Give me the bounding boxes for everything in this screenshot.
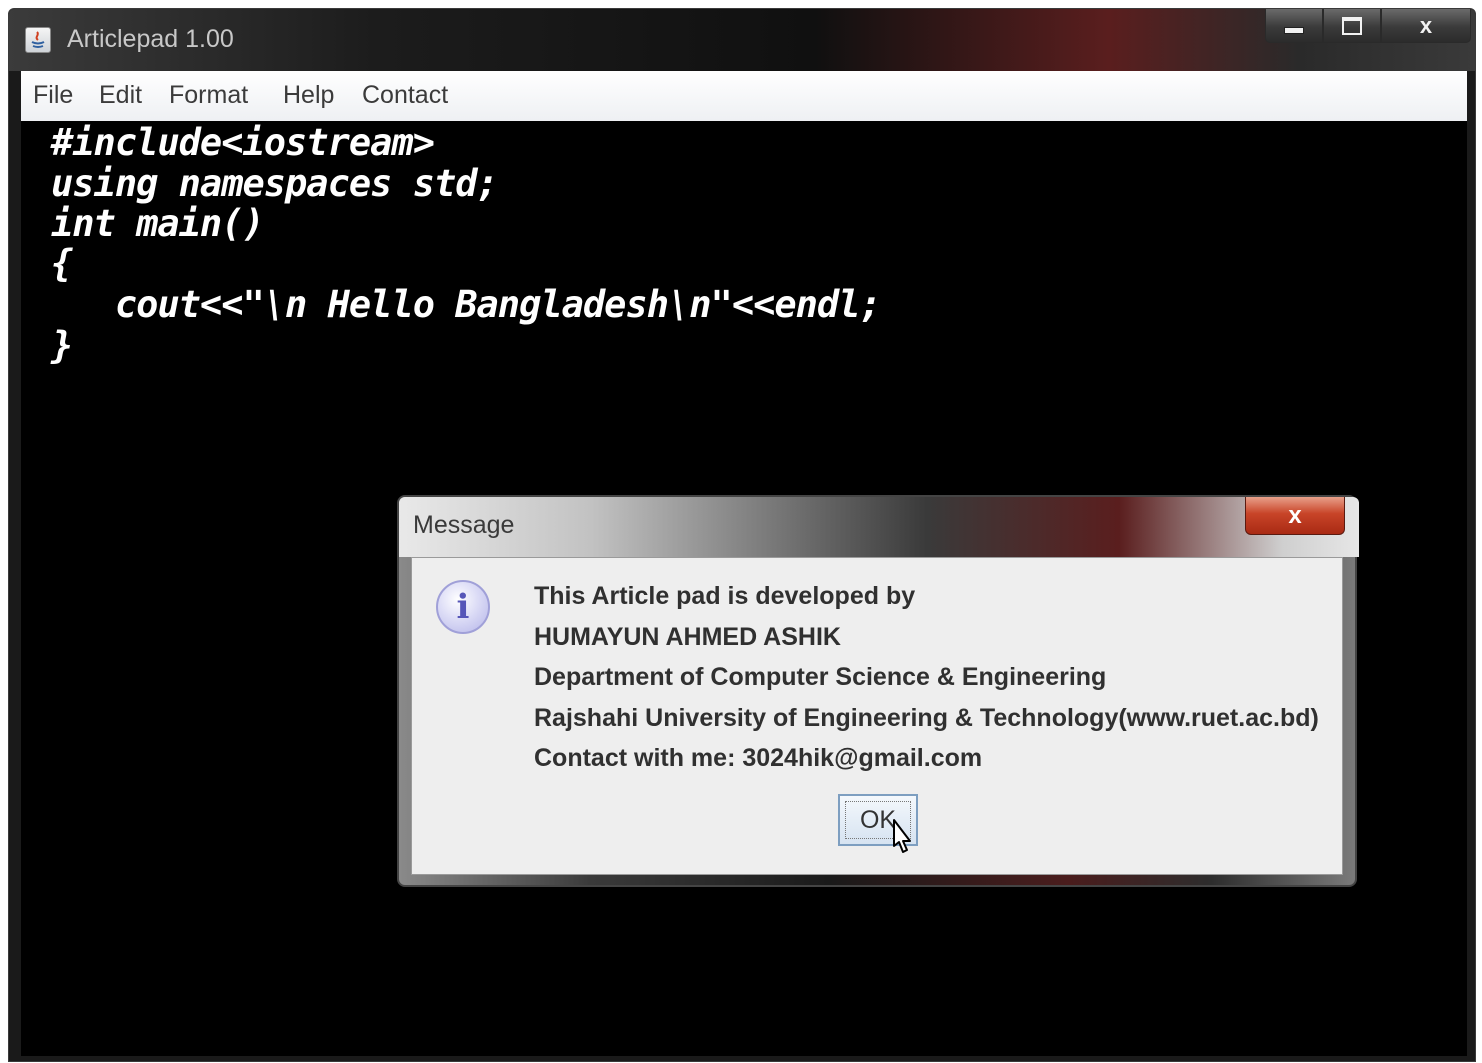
- info-icon: i: [436, 580, 490, 634]
- menu-edit[interactable]: Edit: [99, 81, 142, 110]
- close-button[interactable]: x: [1381, 9, 1471, 43]
- title-bar[interactable]: Articlepad 1.00 x: [9, 9, 1475, 71]
- minimize-icon: [1284, 27, 1304, 34]
- close-icon: x: [1419, 12, 1433, 38]
- minimize-button[interactable]: [1265, 9, 1323, 43]
- code-line: #include<iostream>: [51, 121, 435, 164]
- dialog-title: Message: [413, 511, 515, 539]
- code-line: cout<<"\n Hello Bangladesh\n"<<endl;: [51, 283, 882, 326]
- menu-format[interactable]: Format: [169, 81, 248, 110]
- dialog-close-button[interactable]: x: [1245, 497, 1345, 535]
- window-controls: x: [1265, 9, 1471, 45]
- message-line: Rajshahi University of Engineering & Tec…: [534, 704, 1319, 732]
- dialog-title-bar[interactable]: [399, 497, 1359, 557]
- message-line: Contact with me: 3024hik@gmail.com: [534, 744, 983, 772]
- code-line: int main(): [51, 202, 265, 245]
- code-line: using namespaces std;: [51, 162, 499, 205]
- mouse-cursor-icon: [893, 819, 911, 853]
- code-line: {: [51, 242, 73, 285]
- close-icon: x: [1288, 501, 1302, 529]
- maximize-icon: [1342, 16, 1362, 35]
- code-line: }: [51, 324, 73, 367]
- message-line: This Article pad is developed by: [534, 582, 916, 610]
- message-line: Department of Computer Science & Enginee…: [534, 663, 1107, 691]
- message-line: HUMAYUN AHMED ASHIK: [534, 623, 841, 651]
- maximize-button[interactable]: [1323, 9, 1381, 43]
- menu-file[interactable]: File: [33, 81, 73, 110]
- menu-contact[interactable]: Contact: [362, 81, 448, 110]
- menu-help[interactable]: Help: [283, 81, 334, 110]
- dialog-body: i This Article pad is developed by HUMAY…: [411, 557, 1343, 875]
- menu-bar: File Edit Format Help Contact: [21, 71, 1467, 122]
- window-title: Articlepad 1.00: [67, 25, 234, 53]
- message-dialog: Message x i This Article pad is develope…: [397, 495, 1359, 887]
- java-app-icon: [25, 27, 51, 53]
